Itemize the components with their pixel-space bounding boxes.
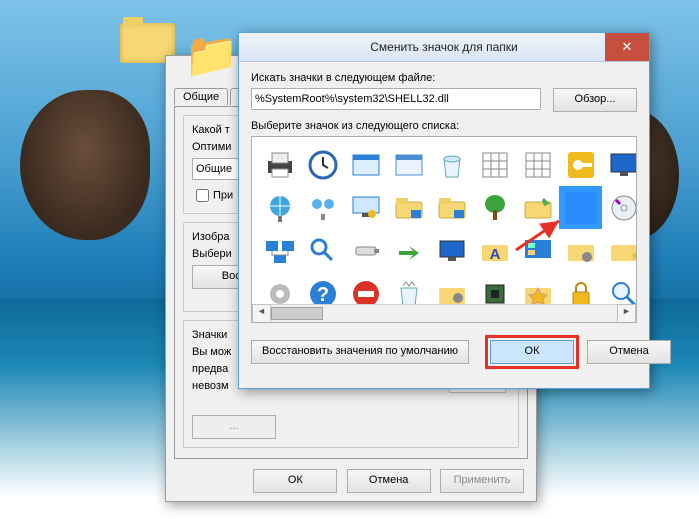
svg-text:★: ★: [630, 249, 638, 263]
icon-window2[interactable]: [387, 143, 430, 186]
icon-computers[interactable]: [258, 229, 301, 272]
title-bar: Сменить значок для папки ✕: [239, 33, 649, 62]
icon-grid2[interactable]: [516, 143, 559, 186]
icon-folder-pin[interactable]: [516, 186, 559, 229]
icon-usb[interactable]: [344, 229, 387, 272]
browse-button[interactable]: Обзор...: [553, 88, 637, 112]
cancel-button[interactable]: Отмена: [587, 340, 671, 364]
icon-window1[interactable]: [344, 143, 387, 186]
icon-screen[interactable]: [602, 143, 637, 186]
icon-disc[interactable]: [602, 186, 637, 229]
rock-left-decor: [20, 90, 150, 240]
icon-monitor2[interactable]: [430, 229, 473, 272]
icon-green-arrow[interactable]: [387, 229, 430, 272]
change-icon-button[interactable]: ...: [192, 415, 276, 439]
icon-panel[interactable]: [516, 229, 559, 272]
scroll-left-button[interactable]: ◄: [252, 304, 271, 323]
icon-network[interactable]: [301, 186, 344, 229]
properties-button-row: ОК Отмена Применить: [166, 469, 536, 493]
icon-folder-font[interactable]: A: [473, 229, 516, 272]
icon-search-net[interactable]: [301, 229, 344, 272]
ok-highlight: ОК: [485, 335, 579, 369]
horizontal-scrollbar[interactable]: ◄ ►: [252, 304, 636, 322]
icon-recycle-empty[interactable]: [430, 143, 473, 186]
icon-folder-star[interactable]: ★: [602, 229, 637, 272]
tab-general[interactable]: Общие: [174, 88, 228, 105]
ok-button[interactable]: ОК: [490, 340, 574, 364]
scroll-right-button[interactable]: ►: [617, 304, 636, 323]
icon-printer[interactable]: [258, 143, 301, 186]
scroll-track[interactable]: [271, 305, 617, 322]
apply-subfolders-checkbox[interactable]: [196, 189, 209, 202]
close-button[interactable]: ✕: [605, 33, 649, 61]
properties-ok-button[interactable]: ОК: [253, 469, 337, 493]
properties-apply-button[interactable]: Применить: [440, 469, 524, 493]
dialog-button-bar: Восстановить значения по умолчанию ОК От…: [251, 335, 637, 369]
icon-clock[interactable]: [301, 143, 344, 186]
icon-list[interactable]: A ★ ? ◄: [251, 136, 637, 323]
list-label: Выберите значок из следующего списка:: [251, 120, 637, 132]
icon-tree[interactable]: [473, 186, 516, 229]
checkbox-label: При: [213, 189, 233, 201]
desktop-background: 📁 Общие Д Какой т Оптими При Изобра Выбе…: [0, 0, 699, 519]
icon-folder-net1[interactable]: [387, 186, 430, 229]
dialog-title: Сменить значок для папки: [370, 40, 518, 54]
icon-folder-net2[interactable]: [430, 186, 473, 229]
properties-cancel-button[interactable]: Отмена: [347, 469, 431, 493]
restore-defaults-button[interactable]: Восстановить значения по умолчанию: [251, 340, 469, 364]
icon-selected-blue[interactable]: [559, 186, 602, 229]
svg-text:?: ?: [316, 284, 328, 306]
svg-text:A: A: [489, 246, 500, 263]
icon-globe[interactable]: [258, 186, 301, 229]
change-icon-dialog: Сменить значок для папки ✕ Искать значки…: [238, 32, 650, 389]
search-label: Искать значки в следующем файле:: [251, 72, 637, 84]
icon-key[interactable]: [559, 143, 602, 186]
icon-monitor-tools[interactable]: [344, 186, 387, 229]
icon-folder-tools[interactable]: [559, 229, 602, 272]
icon-grid1[interactable]: [473, 143, 516, 186]
icon-path-input[interactable]: [251, 88, 541, 110]
scroll-thumb[interactable]: [271, 307, 323, 320]
